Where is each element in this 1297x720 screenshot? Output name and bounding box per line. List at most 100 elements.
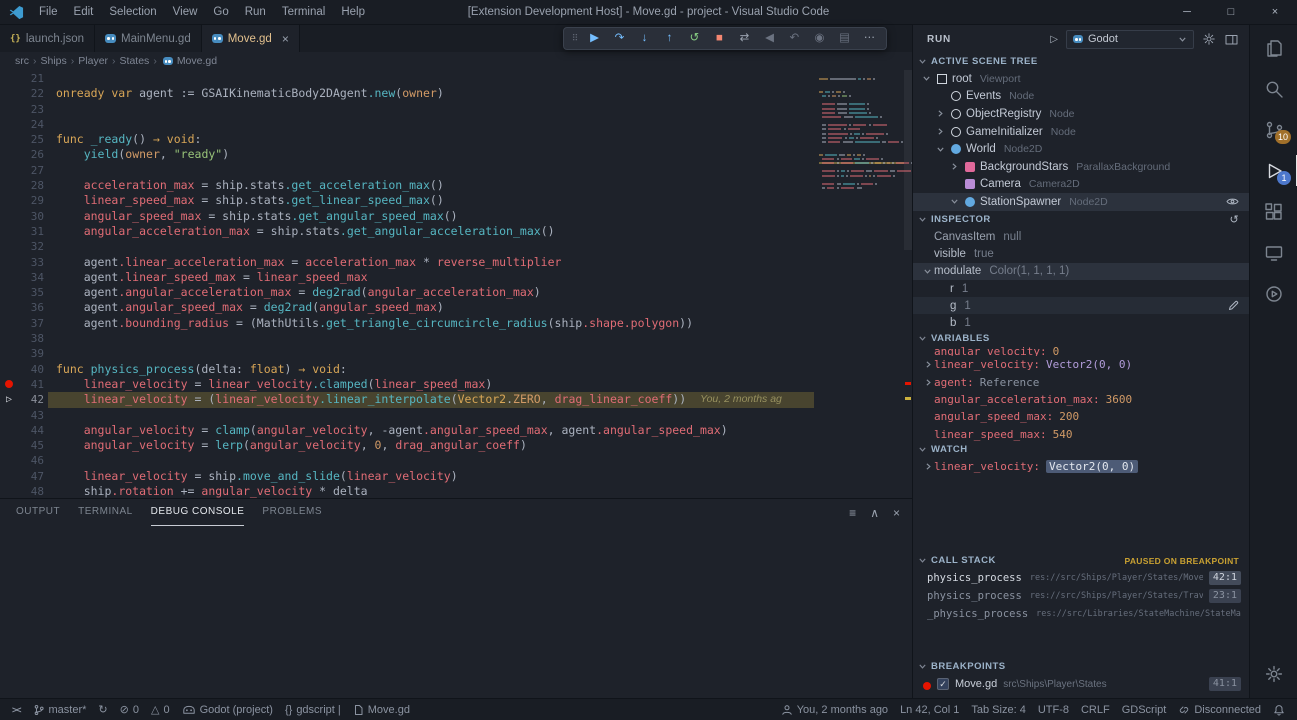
minimize-button[interactable]: ─ [1165, 0, 1209, 25]
debug-settings-gear-icon[interactable] [1202, 32, 1216, 46]
code-line[interactable]: 30 angular_speed_max = ship.stats.get_an… [0, 209, 912, 224]
chevron-right-icon[interactable] [935, 127, 946, 136]
status-remote[interactable]: >< [6, 699, 27, 720]
code-line[interactable]: 39 [0, 346, 912, 361]
breadcrumb-item[interactable]: Player [78, 55, 108, 67]
menu-go[interactable]: Go [205, 0, 236, 25]
inspector-row-b[interactable]: b1 [913, 314, 1249, 330]
status-errors[interactable]: ⊘0 [114, 699, 145, 720]
maximize-button[interactable]: □ [1209, 0, 1253, 25]
code-line[interactable]: 40func physics_process(delta: float) → v… [0, 362, 912, 377]
step-back-icon[interactable]: ↶ [782, 28, 807, 49]
code-line[interactable]: 37 agent.bounding_radius = (MathUtils.ge… [0, 316, 912, 331]
activity-explorer[interactable] [1250, 27, 1297, 68]
breadcrumb-item[interactable]: src [15, 55, 29, 67]
code-line[interactable]: 26 yield(owner, "ready") [0, 147, 912, 162]
step-out-icon[interactable]: ↑ [657, 28, 682, 49]
drag-handle-icon[interactable]: ⠿ [568, 33, 582, 44]
code-line[interactable]: 21 [0, 71, 912, 86]
chevron-down-icon[interactable] [935, 145, 946, 154]
debug-current-line-icon[interactable]: ▷ [0, 392, 18, 407]
minimap[interactable] [816, 72, 904, 195]
panel-tab-terminal[interactable]: TERMINAL [78, 499, 133, 526]
chevron-right-icon[interactable] [923, 462, 934, 471]
tab-mainmenu.gd[interactable]: MainMenu.gd [95, 25, 202, 52]
scene-tree-item-objectregistry[interactable]: ObjectRegistryNode [913, 105, 1249, 123]
panel-tab-output[interactable]: OUTPUT [16, 499, 60, 526]
activity-source-control[interactable]: 10 [1250, 109, 1297, 150]
scrollbar-slider[interactable] [904, 70, 912, 250]
menu-terminal[interactable]: Terminal [274, 0, 333, 25]
status-warnings[interactable]: △0 [145, 699, 176, 720]
chevron-right-icon[interactable] [949, 162, 960, 171]
code-line[interactable]: 23 [0, 102, 912, 117]
stop-icon[interactable]: ■ [707, 28, 732, 49]
stack-frame[interactable]: _physics_processres://src/Libraries/Stat… [913, 605, 1249, 622]
code-line[interactable]: 29 linear_speed_max = ship.stats.get_lin… [0, 193, 912, 208]
code-line[interactable]: 33 agent.linear_acceleration_max = accel… [0, 255, 912, 270]
hot-reload-icon[interactable]: ⇄ [732, 28, 757, 49]
inspector-row-canvasitem[interactable]: CanvasItemnull [913, 228, 1249, 245]
open-debug-view-icon[interactable] [1224, 33, 1239, 46]
more-actions-icon[interactable]: ⋯ [857, 28, 882, 49]
record-icon[interactable]: ◉ [807, 28, 832, 49]
variable-angular_velocity[interactable]: angular_velocity:0 [913, 347, 1249, 356]
status-indentation[interactable]: Tab Size: 4 [965, 699, 1031, 720]
inspector-row-visible[interactable]: visibletrue [913, 245, 1249, 262]
chevron-down-icon[interactable] [949, 197, 960, 206]
section-header-variables[interactable]: VARIABLES [913, 330, 1249, 347]
eye-icon[interactable] [1226, 197, 1239, 206]
debug-console-content[interactable] [0, 526, 912, 698]
status-language-server[interactable]: {}gdscript | [279, 699, 347, 720]
scene-tree-item-root[interactable]: rootViewport [913, 70, 1249, 88]
status-sync[interactable]: ↻ [92, 699, 113, 720]
close-button[interactable]: × [1253, 0, 1297, 25]
code-line[interactable]: 45 angular_velocity = lerp(angular_veloc… [0, 438, 912, 453]
code-line[interactable]: 35 agent.angular_acceleration_max = deg2… [0, 285, 912, 300]
chevron-down-icon[interactable] [921, 74, 932, 83]
layout-icon[interactable]: ▤ [832, 28, 857, 49]
activity-extensions[interactable] [1250, 191, 1297, 232]
status-notifications[interactable] [1267, 699, 1291, 720]
status-eol[interactable]: CRLF [1075, 699, 1116, 720]
menu-edit[interactable]: Edit [66, 0, 102, 25]
inspector-row-r[interactable]: r1 [913, 280, 1249, 297]
chevron-right-icon[interactable] [923, 360, 934, 369]
menu-file[interactable]: File [31, 0, 66, 25]
code-editor[interactable]: 2122onready var agent := GSAIKinematicBo… [0, 70, 912, 498]
menu-selection[interactable]: Selection [101, 0, 164, 25]
status-godot-project[interactable]: Godot (project) [176, 699, 279, 720]
status-git-branch[interactable]: master* [27, 699, 93, 720]
refresh-inspector-icon[interactable]: ↺ [1229, 213, 1239, 226]
code-line[interactable]: 46 [0, 453, 912, 468]
status-active-file[interactable]: Move.gd [347, 699, 416, 720]
code-line[interactable]: 32 [0, 239, 912, 254]
panel-tab-problems[interactable]: PROBLEMS [262, 499, 322, 526]
menu-view[interactable]: View [165, 0, 206, 25]
continue-icon[interactable]: ▶ [582, 28, 607, 49]
pencil-icon[interactable] [1228, 300, 1239, 311]
variable-angular_speed_max[interactable]: angular_speed_max:200 [913, 408, 1249, 425]
step-into-icon[interactable]: ↓ [632, 28, 657, 49]
stack-frame[interactable]: physics_processres://src/Ships/Player/St… [913, 587, 1249, 605]
close-icon[interactable]: × [282, 32, 289, 46]
section-header-breakpoints[interactable]: BREAKPOINTS [913, 658, 1249, 675]
variable-agent[interactable]: agent:Reference [913, 373, 1249, 390]
code-line[interactable]: 38 [0, 331, 912, 346]
breakpoint-checkbox[interactable]: ✓ [937, 678, 949, 690]
code-line[interactable]: 31 angular_acceleration_max = ship.stats… [0, 224, 912, 239]
code-line[interactable]: 25func _ready() → void: [0, 132, 912, 147]
tab-move.gd[interactable]: Move.gd× [202, 25, 300, 52]
section-header-call-stack[interactable]: CALL STACK PAUSED ON BREAKPOINT [913, 552, 1249, 569]
activity-remote-explorer[interactable] [1250, 232, 1297, 273]
filter-icon[interactable]: ≡ [849, 506, 856, 520]
breakpoint-item[interactable]: ✓Move.gdsrc\Ships\Player\States41:1 [913, 675, 1249, 693]
step-over-icon[interactable]: ↷ [607, 28, 632, 49]
code-line[interactable]: ▷42 linear_velocity = (linear_velocity.l… [0, 392, 912, 407]
code-line[interactable]: 41 linear_velocity = linear_velocity.cla… [0, 377, 912, 392]
code-line[interactable]: 28 acceleration_max = ship.stats.get_acc… [0, 178, 912, 193]
breadcrumb-item[interactable]: Ships [41, 55, 67, 67]
menu-help[interactable]: Help [333, 0, 373, 25]
scene-tree-item-events[interactable]: EventsNode [913, 88, 1249, 106]
code-line[interactable]: 48 ship.rotation += angular_velocity * d… [0, 484, 912, 498]
